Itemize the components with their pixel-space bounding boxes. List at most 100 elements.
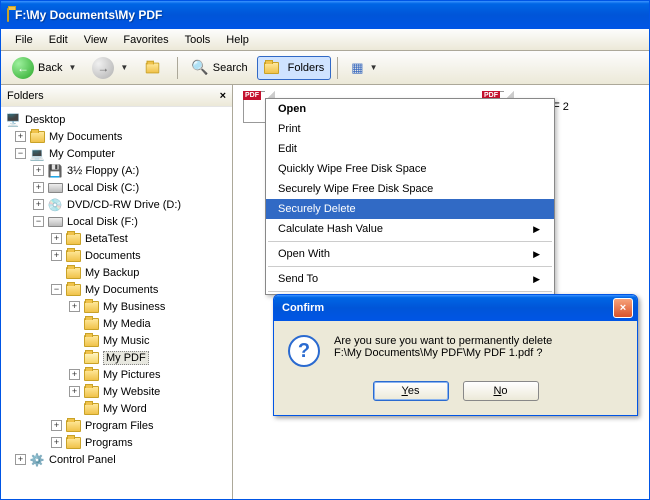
ctx-open[interactable]: Open — [266, 99, 554, 119]
tree-label: My PDF — [103, 351, 149, 365]
tree-label: Local Disk (C:) — [67, 182, 139, 194]
menu-help[interactable]: Help — [218, 32, 257, 48]
context-menu: Open Print Edit Quickly Wipe Free Disk S… — [265, 98, 555, 295]
dialog-buttons: Yes No — [274, 375, 637, 415]
tree-label: My Documents — [49, 131, 122, 143]
tree-dvd[interactable]: + 💿 DVD/CD-RW Drive (D:) — [3, 196, 230, 213]
expander-plus[interactable]: + — [51, 437, 62, 448]
dialog-body: ? Are you sure you want to permanently d… — [274, 321, 637, 375]
tree-my-backup[interactable]: My Backup — [3, 264, 230, 281]
yes-button[interactable]: Yes — [373, 381, 449, 401]
computer-icon: 💻 — [29, 146, 45, 162]
window-title: F:\My Documents\My PDF — [15, 8, 645, 22]
tree-my-pictures[interactable]: + My Pictures — [3, 366, 230, 383]
tree-local-c[interactable]: + Local Disk (C:) — [3, 179, 230, 196]
desktop-icon: 🖥️ — [5, 112, 21, 128]
expander-plus[interactable]: + — [51, 250, 62, 261]
ctx-send-to[interactable]: Send To▶ — [266, 269, 554, 289]
tree-documents[interactable]: + Documents — [3, 247, 230, 264]
ctx-separator — [268, 291, 552, 292]
tree-my-word[interactable]: My Word — [3, 400, 230, 417]
toolbar: ← Back ▼ → ▼ 🔍 Search Folders ▦ ▼ — [1, 51, 649, 85]
ctx-secure-wipe[interactable]: Securely Wipe Free Disk Space — [266, 179, 554, 199]
tree-my-documents[interactable]: − My Documents — [3, 281, 230, 298]
tree-label: Control Panel — [49, 454, 116, 466]
views-button[interactable]: ▦ ▼ — [344, 56, 384, 80]
tree-floppy[interactable]: + 💾 3½ Floppy (A:) — [3, 162, 230, 179]
forward-button[interactable]: → ▼ — [85, 53, 135, 83]
tree-my-computer[interactable]: − 💻 My Computer — [3, 145, 230, 162]
folder-icon — [83, 299, 99, 315]
expander-plus[interactable]: + — [51, 420, 62, 431]
menu-view[interactable]: View — [76, 32, 116, 48]
folder-open-icon — [83, 350, 99, 366]
expander-plus[interactable]: + — [15, 454, 26, 465]
folder-icon — [65, 248, 81, 264]
folder-icon — [65, 418, 81, 434]
tree-my-music[interactable]: My Music — [3, 332, 230, 349]
menu-file[interactable]: File — [7, 32, 41, 48]
tree-label: My Computer — [49, 148, 115, 160]
no-button[interactable]: No — [463, 381, 539, 401]
expander-plus[interactable]: + — [69, 369, 80, 380]
folder-icon — [65, 435, 81, 451]
up-button[interactable] — [137, 56, 171, 80]
expander-plus[interactable]: + — [69, 301, 80, 312]
floppy-icon: 💾 — [47, 163, 63, 179]
tree-label: DVD/CD-RW Drive (D:) — [67, 199, 181, 211]
tree-label: BetaTest — [85, 233, 128, 245]
tree-my-media[interactable]: My Media — [3, 315, 230, 332]
tree-my-pdf[interactable]: My PDF — [3, 349, 230, 366]
ctx-edit[interactable]: Edit — [266, 139, 554, 159]
expander-plus[interactable]: + — [15, 131, 26, 142]
folders-header-label: Folders — [7, 90, 44, 102]
ctx-quick-wipe[interactable]: Quickly Wipe Free Disk Space — [266, 159, 554, 179]
tree-my-business[interactable]: + My Business — [3, 298, 230, 315]
folders-pane: Folders × 🖥️ Desktop + My Documents − 💻 … — [1, 85, 233, 499]
dialog-line1: Are you sure you want to permanently del… — [334, 335, 552, 347]
tree-betatest[interactable]: + BetaTest — [3, 230, 230, 247]
menu-edit[interactable]: Edit — [41, 32, 76, 48]
menu-favorites[interactable]: Favorites — [115, 32, 176, 48]
expander-minus[interactable]: − — [33, 216, 44, 227]
question-icon: ? — [288, 335, 320, 367]
tree-label: Documents — [85, 250, 141, 262]
back-button[interactable]: ← Back ▼ — [5, 53, 83, 83]
ctx-secure-delete[interactable]: Securely Delete — [266, 199, 554, 219]
folder-icon — [83, 384, 99, 400]
folders-icon — [264, 60, 280, 76]
expander-plus[interactable]: + — [51, 233, 62, 244]
close-pane-button[interactable]: × — [220, 90, 226, 102]
ctx-print[interactable]: Print — [266, 119, 554, 139]
menu-tools[interactable]: Tools — [177, 32, 219, 48]
views-icon: ▦ — [351, 60, 363, 76]
tree-local-f[interactable]: − Local Disk (F:) — [3, 213, 230, 230]
expander-plus[interactable]: + — [69, 386, 80, 397]
tree-desktop[interactable]: 🖥️ Desktop — [3, 111, 230, 128]
drive-icon — [47, 180, 63, 196]
folders-button[interactable]: Folders — [257, 56, 332, 80]
back-arrow-icon: ← — [12, 57, 34, 79]
tree-my-website[interactable]: + My Website — [3, 383, 230, 400]
folder-icon — [83, 333, 99, 349]
tree-label: My Website — [103, 386, 160, 398]
expander-plus[interactable]: + — [33, 199, 44, 210]
expander-plus[interactable]: + — [33, 165, 44, 176]
folder-icon — [65, 282, 81, 298]
ctx-open-with[interactable]: Open With▶ — [266, 244, 554, 264]
folder-icon — [29, 129, 45, 145]
search-button[interactable]: 🔍 Search — [184, 55, 254, 80]
dialog-close-button[interactable]: × — [613, 298, 633, 318]
folders-header: Folders × — [1, 85, 232, 107]
submenu-arrow-icon: ▶ — [533, 249, 540, 260]
ctx-calc-hash[interactable]: Calculate Hash Value▶ — [266, 219, 554, 239]
tree-control-panel[interactable]: + ⚙️ Control Panel — [3, 451, 230, 468]
expander-plus[interactable]: + — [33, 182, 44, 193]
expander-minus[interactable]: − — [51, 284, 62, 295]
tree-program-files[interactable]: + Program Files — [3, 417, 230, 434]
folders-tree[interactable]: 🖥️ Desktop + My Documents − 💻 My Compute… — [1, 107, 232, 499]
expander-minus[interactable]: − — [15, 148, 26, 159]
tree-label: Programs — [85, 437, 133, 449]
tree-my-documents-root[interactable]: + My Documents — [3, 128, 230, 145]
tree-programs[interactable]: + Programs — [3, 434, 230, 451]
